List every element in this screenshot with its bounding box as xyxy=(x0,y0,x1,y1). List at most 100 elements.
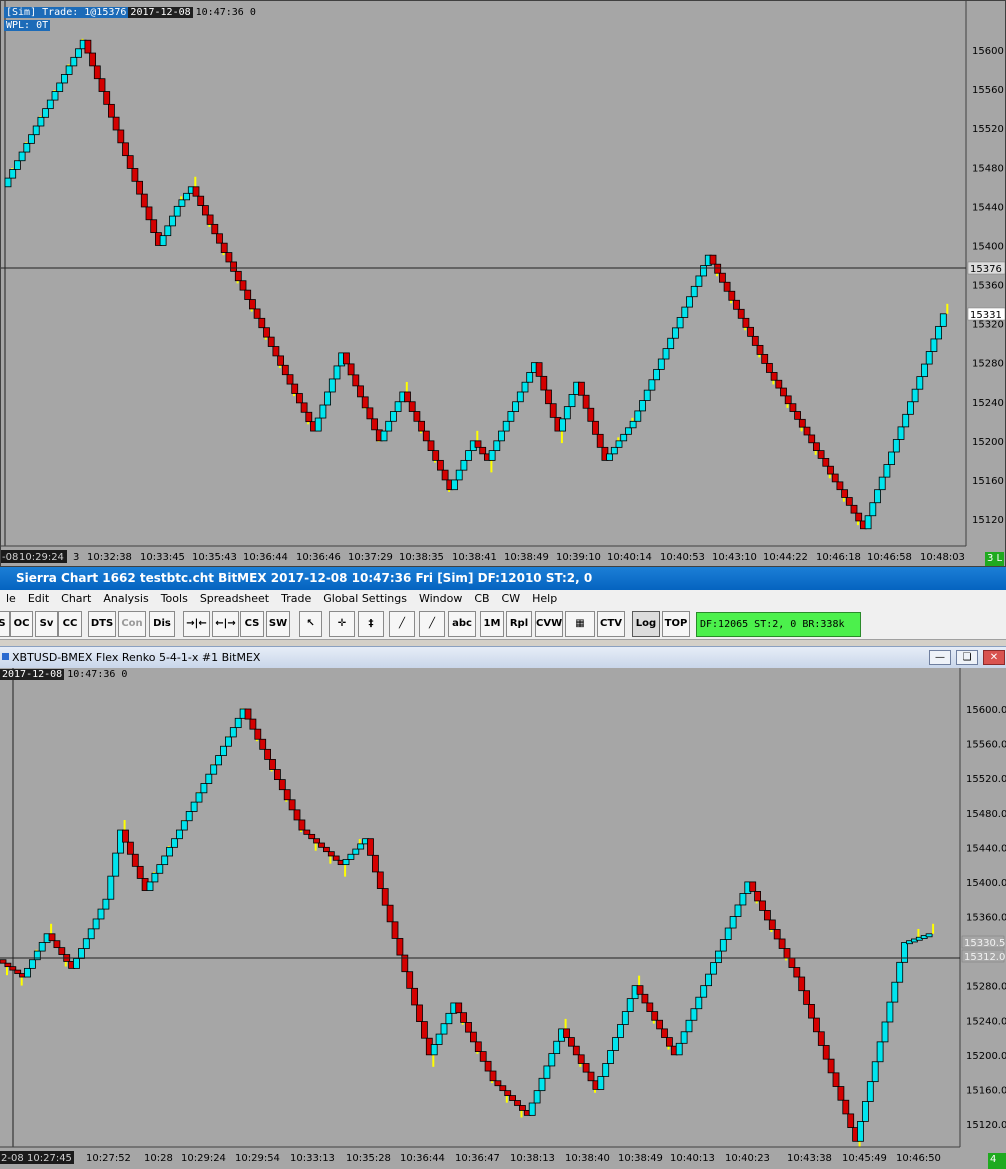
menu-item-help[interactable]: Help xyxy=(526,590,563,608)
renko-bar xyxy=(322,846,330,853)
time-axis-label: 10:44:22 xyxy=(763,552,808,563)
renko-bar xyxy=(766,363,773,373)
renko-bar xyxy=(151,872,159,883)
table-tool-button[interactable]: ▦ xyxy=(565,611,595,637)
toolbar-button-cc[interactable]: CC xyxy=(58,611,82,637)
toolbar-button-sw[interactable]: SW xyxy=(266,611,290,637)
renko-bar xyxy=(225,252,233,263)
renko-bar xyxy=(28,959,36,969)
renko-bar xyxy=(612,1037,619,1051)
renko-bar xyxy=(817,450,825,459)
renko-bar xyxy=(629,420,637,429)
time-axis-label: 10:38:49 xyxy=(618,1153,663,1164)
time-axis-label: 10:46:58 xyxy=(867,552,912,563)
toolbar-button-ctv[interactable]: CTV xyxy=(597,611,625,637)
renko-bar xyxy=(761,353,769,364)
toolbar-button-dis[interactable]: Dis xyxy=(149,611,175,637)
renko-bar xyxy=(648,379,656,391)
renko-bar xyxy=(845,497,853,506)
ray-tool-button[interactable]: ╱ xyxy=(419,611,445,637)
price-axis-label: 15440.0 xyxy=(966,843,1006,854)
toolbar-button-oc[interactable]: OC xyxy=(10,611,33,637)
toolbar-button-sv[interactable]: Sv xyxy=(35,611,58,637)
renko-bar xyxy=(841,489,848,498)
time-start-date: -08 xyxy=(2,552,18,563)
split-left-tool-button[interactable]: →|← xyxy=(183,611,210,637)
menu-item-chart[interactable]: Chart xyxy=(55,590,97,608)
renko-bar xyxy=(916,376,924,390)
renko-bar xyxy=(866,1081,874,1102)
renko-bar xyxy=(380,430,388,442)
menu-item-window[interactable]: Window xyxy=(413,590,468,608)
menu-item-trade[interactable]: Trade xyxy=(275,590,317,608)
toolbar-button-s[interactable]: S xyxy=(0,611,10,637)
renko-bar xyxy=(836,481,844,491)
renko-bar xyxy=(97,908,105,920)
window-title: Sierra Chart 1662 testbtc.cht BitMEX 201… xyxy=(16,571,593,585)
renko-bar xyxy=(742,317,750,328)
split-right-tool-button[interactable]: ←|→ xyxy=(212,611,239,637)
menu-item-le[interactable]: le xyxy=(0,590,22,608)
menu-item-edit[interactable]: Edit xyxy=(22,590,55,608)
renko-bar xyxy=(122,829,129,843)
renko-bar xyxy=(729,916,737,929)
renko-bar xyxy=(587,1071,595,1082)
renko-bar xyxy=(764,910,771,921)
vertical-bar-tool-button[interactable]: ‡ xyxy=(358,611,384,637)
renko-bar xyxy=(681,306,689,318)
renko-bar xyxy=(32,125,40,136)
toolbar-button-dts[interactable]: DTS xyxy=(88,611,116,637)
toolbar-button-log[interactable]: Log xyxy=(632,611,660,637)
renko-bar xyxy=(808,1003,815,1019)
crosshair-tool-button[interactable]: ✛ xyxy=(329,611,355,637)
renko-bar xyxy=(200,783,208,794)
renko-bar xyxy=(244,708,252,720)
renko-bar xyxy=(871,1061,879,1083)
toolbar-button-cvw[interactable]: CVW xyxy=(535,611,563,637)
line-tool-button[interactable]: ╱ xyxy=(389,611,415,637)
toolbar-button-rpl[interactable]: Rpl xyxy=(506,611,532,637)
menu-item-spreadsheet[interactable]: Spreadsheet xyxy=(194,590,275,608)
bottom-chart-panel[interactable]: 15600.0 15560.0 15520.0 15480.0 15440.0 15400… xyxy=(0,668,1006,1169)
toolbar-button-top[interactable]: TOP xyxy=(662,611,690,637)
menu-item-global-settings[interactable]: Global Settings xyxy=(317,590,413,608)
top-chart-panel[interactable]: 15600 15560 15520 15480 15440 15400 15360 15320… xyxy=(0,0,1006,567)
toolbar-button-abc[interactable]: abc xyxy=(448,611,476,637)
toolbar-button-cs[interactable]: CS xyxy=(240,611,264,637)
renko-bar xyxy=(220,242,228,253)
bottom-renko-chart[interactable]: 15600.0 15560.0 15520.0 15480.0 15440.0 15400… xyxy=(0,668,1006,1169)
toolbar-button-label: TOP xyxy=(664,618,688,629)
renko-bar xyxy=(639,400,646,412)
renko-bar xyxy=(921,363,928,378)
renko-bar xyxy=(249,718,257,730)
renko-bar xyxy=(907,401,914,415)
restore-button[interactable]: ❏ xyxy=(956,650,978,665)
close-button[interactable]: ✕ xyxy=(983,650,1005,665)
top-renko-chart[interactable]: 15600 15560 15520 15480 15440 15400 15360 15320… xyxy=(1,1,1006,567)
renko-bar xyxy=(70,56,78,67)
renko-bar xyxy=(92,918,100,930)
renko-bar xyxy=(440,1023,448,1035)
renko-bar xyxy=(220,745,227,756)
renko-bar xyxy=(131,853,139,867)
toolbar-button-con[interactable]: Con xyxy=(118,611,146,637)
cursor-icon: ↖ xyxy=(306,618,315,629)
menu-item-tools[interactable]: Tools xyxy=(155,590,194,608)
price-axis-label: 15160.0 xyxy=(966,1085,1006,1096)
renko-bar xyxy=(672,327,679,339)
menu-item-cw[interactable]: CW xyxy=(496,590,527,608)
price-tag: 15376 xyxy=(970,264,1002,275)
price-axis-label: 15520 xyxy=(972,124,1004,135)
renko-bar xyxy=(61,74,68,84)
toolbar-button-1m[interactable]: 1M xyxy=(480,611,504,637)
cursor-tool-button[interactable]: ↖ xyxy=(299,611,322,637)
renko-bar xyxy=(234,270,242,282)
chart-subwindow-title-bar: XBTUSD-BMEX Flex Renko 5-4-1-x #1 BitMEX… xyxy=(0,646,1006,668)
menu-item-analysis[interactable]: Analysis xyxy=(97,590,154,608)
renko-bar xyxy=(131,168,139,182)
minimize-button[interactable]: — xyxy=(929,650,951,665)
renko-bar xyxy=(342,352,350,365)
time-axis-label: 10:38:41 xyxy=(452,552,497,563)
menu-item-cb[interactable]: CB xyxy=(468,590,495,608)
renko-bar xyxy=(4,177,12,188)
